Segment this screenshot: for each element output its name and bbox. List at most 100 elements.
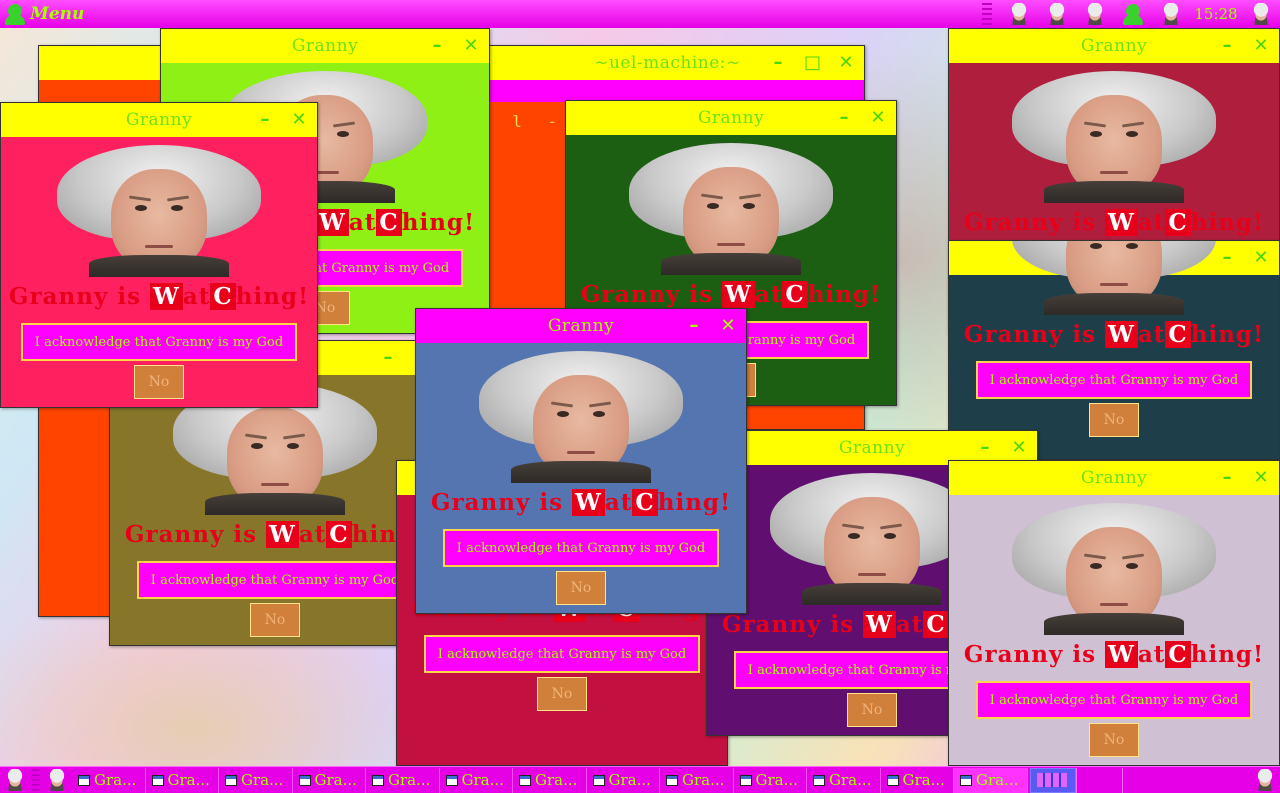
top-panel: Menu 15:28 [0,0,1280,28]
minimize-icon[interactable]: – [977,439,993,457]
acknowledge-button[interactable]: I acknowledge that Granny is my God [976,681,1252,719]
taskbar-task[interactable]: Gra... [513,767,587,793]
minimize-icon[interactable]: – [1219,469,1235,487]
window-titlebar[interactable]: Granny – ✕ [566,101,896,135]
slogan-part: W [1105,641,1138,668]
window-titlebar[interactable]: Granny – ✕ [161,29,489,63]
menu-button[interactable]: Menu [0,0,84,28]
slogan-part: at [604,489,633,516]
slogan-part: C [210,283,236,310]
no-button[interactable]: No [847,693,897,727]
slogan-part: Granny is [963,321,1106,348]
window-titlebar[interactable]: Granny – ✕ [416,309,746,343]
acknowledge-button[interactable]: I acknowledge that Granny is my God [424,635,700,673]
no-button[interactable]: No [250,603,300,637]
clock[interactable]: 15:28 [1190,5,1242,23]
workspace-2[interactable] [1075,767,1122,793]
minimize-icon[interactable]: – [257,111,273,129]
taskbar-task-label: Gra... [94,771,137,789]
taskbar-task[interactable]: Gra... [72,767,146,793]
tray-drag-handle[interactable] [982,3,992,25]
taskbar-task[interactable]: Gra... [587,767,660,793]
taskbar-task[interactable]: Gra... [660,767,734,793]
granny-face-icon [1047,3,1067,25]
taskbar-task[interactable]: Gra... [807,767,881,793]
slogan-part: C [1165,209,1191,236]
taskbar-task[interactable]: Gra... [219,767,293,793]
close-icon[interactable]: ✕ [291,111,307,129]
close-icon[interactable]: ✕ [463,37,479,55]
tray-item[interactable] [1242,0,1280,28]
taskbar-task[interactable]: Gra... [440,767,513,793]
window-icon [519,774,531,786]
granny-face-icon [1085,3,1105,25]
tray-item[interactable] [1152,0,1190,28]
no-button[interactable]: No [556,571,606,605]
minimize-icon[interactable]: – [380,349,396,367]
taskbar-task-label: Gra... [829,771,872,789]
window-titlebar[interactable]: ~uel-machine:~ – □ ✕ [471,46,864,80]
granny-face-icon [1251,3,1271,25]
taskbar-task-label: Gra... [902,771,945,789]
granny-popup-window: Granny – ✕ Granny is WatChing! I acknowl… [0,102,318,408]
taskbar-task[interactable]: Gra... [881,767,954,793]
minimize-icon[interactable]: – [836,109,852,127]
taskbar-drag-handle[interactable] [32,769,40,791]
taskbar-launcher[interactable] [42,767,72,793]
acknowledge-button[interactable]: I acknowledge that Granny is my God [976,361,1252,399]
close-icon[interactable]: ✕ [838,54,854,72]
window-titlebar[interactable]: Granny – ✕ [1,103,317,137]
window-title: Granny [1080,468,1148,488]
window-icon [372,774,384,786]
slogan-part: hing! [235,283,310,310]
slogan-part: W [316,209,349,236]
close-icon[interactable]: ✕ [1253,469,1269,487]
granny-slogan: Granny is WatChing! [566,281,896,308]
window-titlebar[interactable]: Granny – ✕ [949,461,1279,495]
taskbar-tray-button[interactable] [1250,767,1280,793]
no-button[interactable]: No [537,677,587,711]
taskbar-task[interactable]: Gra... [146,767,219,793]
granny-photo [1004,503,1224,635]
tray-item[interactable] [1000,0,1038,28]
window-icon [151,774,164,786]
window-titlebar[interactable]: Granny – ✕ [949,29,1279,63]
minimize-icon[interactable]: – [770,54,786,72]
user-head-icon [1122,3,1144,25]
slogan-part: W [722,281,755,308]
tray-item[interactable] [1076,0,1114,28]
minimize-icon[interactable]: – [429,37,445,55]
acknowledge-button[interactable]: I acknowledge that Granny is my God [443,529,719,567]
close-icon[interactable]: ✕ [1253,37,1269,55]
taskbar-task-label: Gra... [388,771,431,789]
granny-photo [1004,241,1224,315]
window-icon [225,774,237,786]
taskbar-task[interactable]: Gra... [734,767,807,793]
no-button[interactable]: No [134,365,184,399]
minimize-icon[interactable]: – [686,317,702,335]
close-icon[interactable]: ✕ [1011,439,1027,457]
workspace-1[interactable] [1029,767,1076,793]
taskbar-task[interactable]: Gra... [366,767,440,793]
workspace-3[interactable] [1121,767,1168,793]
granny-slogan: Granny is WatChing! [1,283,317,310]
taskbar-task[interactable]: Gra... [293,767,366,793]
no-button[interactable]: No [1089,403,1139,437]
close-icon[interactable]: ✕ [720,317,736,335]
taskbar-start-button[interactable] [0,767,30,793]
no-button[interactable]: No [1089,723,1139,757]
window-title: Granny [1080,36,1148,56]
granny-face-icon [47,769,67,791]
close-icon[interactable]: ✕ [870,109,886,127]
maximize-icon[interactable]: □ [804,54,821,72]
tray-item[interactable] [1114,0,1152,28]
window-title: Granny [697,108,765,128]
taskbar-task[interactable]: Gra... [954,767,1028,793]
tray-item[interactable] [1038,0,1076,28]
granny-slogan: Granny is WatChing! [110,521,440,548]
minimize-icon[interactable]: – [1219,37,1235,55]
acknowledge-button[interactable]: I acknowledge that Granny is my God [21,323,297,361]
acknowledge-button[interactable]: I acknowledge that Granny is my God [137,561,413,599]
window-icon [813,774,825,786]
slogan-part: Granny is [8,283,151,310]
